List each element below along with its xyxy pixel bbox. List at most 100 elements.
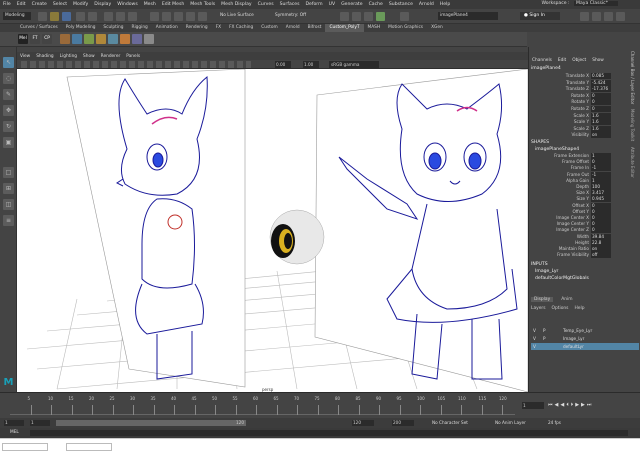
panel-menu-view[interactable]: View — [17, 54, 33, 59]
snap-curve-icon[interactable] — [162, 12, 171, 21]
channel-value[interactable]: 0 — [591, 92, 611, 99]
shelf-tool-4-icon[interactable] — [96, 34, 106, 44]
layer-row[interactable]: VdefaultLyr — [531, 343, 639, 350]
shelf-tool-1-icon[interactable] — [60, 34, 70, 44]
menu-mesh[interactable]: Mesh — [141, 2, 159, 7]
layer-tab-anim[interactable]: Anim — [561, 297, 572, 302]
shape-attr-value[interactable]: 1 — [591, 177, 611, 184]
channel-value[interactable]: 1.6 — [591, 112, 611, 119]
toggle-channel-box-icon[interactable] — [616, 12, 625, 21]
render-settings-icon[interactable] — [364, 12, 373, 21]
layer-row[interactable]: V P Temp_Eye_Lyr — [531, 327, 639, 334]
menu-file[interactable]: File — [0, 2, 14, 7]
channel-value[interactable]: -17.376 — [591, 86, 611, 93]
shape-attr-value[interactable]: 100 — [591, 184, 611, 190]
shelf-tab-rigging[interactable]: Rigging — [128, 24, 152, 32]
shape-attr-value[interactable]: 3.417 — [591, 190, 611, 197]
layer-visibility-toggle[interactable]: V — [533, 343, 536, 350]
shape-attr-value[interactable]: -1 — [591, 165, 611, 172]
shelf-tool-5-icon[interactable] — [108, 34, 118, 44]
shape-attr-value[interactable]: 0 — [591, 159, 611, 166]
input-mode-icon[interactable] — [400, 12, 409, 21]
redo-icon[interactable] — [88, 12, 97, 21]
shelf-tab-arnold[interactable]: Arnold — [282, 24, 304, 32]
paint-select-icon[interactable]: ✎ — [3, 89, 14, 100]
menu-create[interactable]: Create — [29, 2, 50, 7]
range-slider-handle[interactable]: 120 — [56, 420, 246, 426]
shape-attr-value[interactable]: 22.8 — [591, 239, 611, 246]
menu-mesh-tools[interactable]: Mesh Tools — [187, 2, 218, 7]
panel-menu-lighting[interactable]: Lighting — [57, 54, 80, 59]
side-layout-icon[interactable]: ◫ — [3, 199, 14, 210]
toggle-tool-settings-icon[interactable] — [604, 12, 613, 21]
toggle-modeling-toolkit-icon[interactable] — [580, 12, 589, 21]
move-tool-icon[interactable]: ✥ — [3, 105, 14, 116]
menu-edit[interactable]: Edit — [14, 2, 29, 7]
channel-value[interactable]: 1.6 — [591, 125, 611, 132]
snap-grid-icon[interactable] — [150, 12, 159, 21]
shelf-tool-7-icon[interactable] — [132, 34, 142, 44]
select-object-icon[interactable] — [116, 12, 125, 21]
layer-menu-options[interactable]: Options — [552, 306, 569, 311]
exposure-field[interactable]: 0.00 — [275, 61, 291, 68]
channel-value[interactable]: 0.085 — [591, 73, 611, 79]
symmetry-field[interactable]: Symmetry: Off — [275, 13, 306, 18]
lasso-tool-icon[interactable]: ◌ — [3, 73, 14, 84]
shape-attr-value[interactable]: 0 — [591, 215, 611, 221]
shelf-tool-2-icon[interactable] — [72, 34, 82, 44]
shelf-tab-animation[interactable]: Animation — [152, 24, 182, 32]
time-slider[interactable]: 5 10 15 20 25 30 35 40 45 50 55 60 65 70 75 80 85 90 95 100… — [0, 392, 640, 418]
layer-name[interactable]: defaultLyr — [563, 343, 584, 350]
playback-controls[interactable]: ⏮◀◀⏴⏵▶▶⏭ — [548, 402, 593, 408]
image-plane-right[interactable] — [314, 69, 528, 392]
layer-row[interactable]: V P Image_Lyr — [531, 335, 639, 342]
layer-menu-help[interactable]: Help — [574, 306, 584, 311]
shape-attr-value[interactable]: 0.945 — [591, 196, 611, 203]
layer-menu-layers[interactable]: Layers — [531, 306, 546, 311]
anim-layer-dropdown[interactable]: No Anim Layer — [495, 420, 526, 425]
channel-row[interactable]: Visibility on — [529, 132, 625, 139]
eye-sphere[interactable] — [269, 209, 325, 265]
shape-attr-value[interactable]: 0 — [591, 227, 611, 234]
shape-attr-value[interactable]: 0 — [591, 202, 611, 209]
range-inner-start-field[interactable]: 1 — [30, 420, 50, 426]
menu-uv[interactable]: UV — [326, 2, 339, 7]
vtab-modeling-toolkit[interactable]: Modeling Toolkit — [630, 109, 635, 141]
input-node-1[interactable]: Image_Lyr — [535, 269, 558, 274]
channel-value[interactable]: on — [591, 132, 611, 139]
cb-menu-channels[interactable]: Channels — [529, 58, 555, 63]
shelf-tab-fx-caching[interactable]: FX Caching — [225, 24, 257, 32]
shelf-mel-button[interactable]: Mel — [18, 34, 28, 44]
panel-menu-panels[interactable]: Panels — [123, 54, 143, 59]
taskbar-item-2[interactable] — [66, 443, 112, 451]
input-node-2[interactable]: defaultColorMgtGlobals — [535, 276, 589, 281]
menu-edit-mesh[interactable]: Edit Mesh — [159, 2, 187, 7]
layer-visibility-toggle[interactable]: V — [533, 335, 536, 342]
shelf-tool-8-icon[interactable] — [144, 34, 154, 44]
colorspace-dropdown[interactable]: sRGB gamma — [329, 61, 379, 68]
panel-menu-shading[interactable]: Shading — [33, 54, 56, 59]
mode-dropdown[interactable]: Modeling — [3, 12, 31, 20]
shelf-ft-button[interactable]: FT — [30, 34, 40, 44]
layer-name[interactable]: Temp_Eye_Lyr — [563, 327, 592, 334]
search-input[interactable]: imagePlane4 — [438, 12, 498, 20]
range-end-field[interactable]: 200 — [392, 420, 414, 426]
layer-playback-toggle[interactable]: P — [543, 327, 546, 334]
shelf-cp-button[interactable]: CP — [42, 34, 52, 44]
shelf-tab-fx[interactable]: FX — [212, 24, 225, 32]
shape-attr-value[interactable]: 39.84 — [591, 233, 611, 240]
snap-point-icon[interactable] — [174, 12, 183, 21]
shelf-tool-6-icon[interactable] — [120, 34, 130, 44]
shape-attr-value[interactable]: 0 — [591, 221, 611, 228]
menu-display[interactable]: Display — [91, 2, 114, 7]
range-start-field[interactable]: 1 — [4, 420, 24, 426]
shape-attr-value[interactable]: -1 — [591, 171, 611, 178]
layer-playback-toggle[interactable]: P — [543, 335, 546, 342]
select-component-icon[interactable] — [128, 12, 137, 21]
panel-menu-show[interactable]: Show — [80, 54, 98, 59]
menu-cache[interactable]: Cache — [366, 2, 386, 7]
shelf-tab-curves[interactable]: Curves / Surfaces — [16, 24, 62, 32]
shelf-tab-custom[interactable]: Custom — [257, 24, 281, 32]
panel-toolbar-icons[interactable] — [21, 61, 251, 68]
shelf-tab-xgen[interactable]: XGen — [427, 24, 447, 32]
